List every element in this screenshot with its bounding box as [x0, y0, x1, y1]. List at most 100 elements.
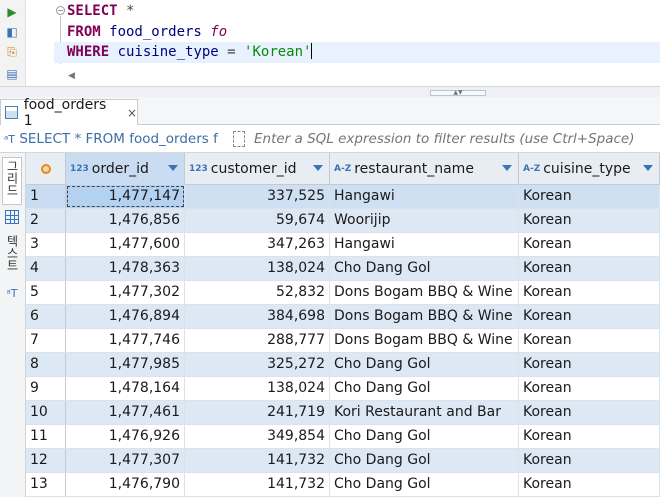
cell-cuisine-type[interactable]: Korean: [519, 473, 660, 496]
cell-restaurant-name[interactable]: Hangawi: [330, 233, 519, 256]
table-row[interactable]: 5 1,477,302 52,832 Dons Bogam BBQ & Wine…: [26, 281, 660, 305]
cell-restaurant-name[interactable]: Dons Bogam BBQ & Wine Bar: [330, 281, 519, 304]
cell-order-id[interactable]: 1,477,302: [66, 281, 185, 304]
run-icon[interactable]: ▶: [4, 4, 20, 20]
cell-restaurant-name[interactable]: Kori Restaurant and Bar: [330, 401, 519, 424]
cell-restaurant-name[interactable]: Cho Dang Gol: [330, 377, 519, 400]
cell-cuisine-type[interactable]: Korean: [519, 305, 660, 328]
cell-customer-id[interactable]: 52,832: [185, 281, 330, 304]
cell-restaurant-name[interactable]: Dons Bogam BBQ & Wine Bar: [330, 305, 519, 328]
cell-customer-id[interactable]: 337,525: [185, 185, 330, 208]
sort-icon[interactable]: [502, 165, 512, 171]
cell-restaurant-name[interactable]: Cho Dang Gol: [330, 353, 519, 376]
row-number[interactable]: 8: [26, 353, 66, 376]
cell-customer-id[interactable]: 288,777: [185, 329, 330, 352]
scroll-left-icon[interactable]: ◀: [68, 71, 75, 81]
table-row[interactable]: 1 1,477,147 337,525 Hangawi Korean: [26, 185, 660, 209]
table-row[interactable]: 3 1,477,600 347,263 Hangawi Korean: [26, 233, 660, 257]
cell-restaurant-name[interactable]: Hangawi: [330, 185, 519, 208]
table-row[interactable]: 13 1,476,790 141,732 Cho Dang Gol Korean: [26, 473, 660, 497]
cell-customer-id[interactable]: 138,024: [185, 257, 330, 280]
cell-cuisine-type[interactable]: Korean: [519, 377, 660, 400]
row-number[interactable]: 4: [26, 257, 66, 280]
row-number[interactable]: 5: [26, 281, 66, 304]
column-header-customer-id[interactable]: 123 customer_id: [185, 153, 330, 185]
panel-splitter[interactable]: ▲▼: [0, 86, 660, 97]
tab-text-view[interactable]: 텍스트: [2, 235, 22, 287]
cell-order-id[interactable]: 1,477,307: [66, 449, 185, 472]
cell-order-id[interactable]: 1,476,856: [66, 209, 185, 232]
cell-cuisine-type[interactable]: Korean: [519, 449, 660, 472]
tab-food-orders-1[interactable]: food_orders 1 ×: [0, 97, 138, 129]
splitter-grip-icon[interactable]: ▲▼: [430, 90, 486, 96]
cell-order-id[interactable]: 1,476,894: [66, 305, 185, 328]
row-number[interactable]: 3: [26, 233, 66, 256]
cell-cuisine-type[interactable]: Korean: [519, 401, 660, 424]
row-number[interactable]: 7: [26, 329, 66, 352]
row-number[interactable]: 10: [26, 401, 66, 424]
tab-grid-view[interactable]: 그리드: [2, 157, 22, 205]
cell-cuisine-type[interactable]: Korean: [519, 281, 660, 304]
cell-customer-id[interactable]: 384,698: [185, 305, 330, 328]
table-row[interactable]: 10 1,477,461 241,719 Kori Restaurant and…: [26, 401, 660, 425]
cell-customer-id[interactable]: 325,272: [185, 353, 330, 376]
cell-order-id[interactable]: 1,477,147: [66, 185, 185, 208]
sql-editor[interactable]: ▶ ◧ ⎘ ▤ − SELECT * FROM food_orders fo W…: [0, 0, 660, 97]
column-header-order-id[interactable]: 123 order_id: [66, 153, 185, 185]
table-row[interactable]: 9 1,478,164 138,024 Cho Dang Gol Korean: [26, 377, 660, 401]
filter-query-text[interactable]: ᵃT SELECT * FROM food_orders f: [4, 126, 230, 152]
cell-order-id[interactable]: 1,476,790: [66, 473, 185, 496]
cell-order-id[interactable]: 1,478,164: [66, 377, 185, 400]
column-header-restaurant-name[interactable]: A-Z restaurant_name: [330, 153, 519, 185]
table-row[interactable]: 2 1,476,856 59,674 Woorijip Korean: [26, 209, 660, 233]
cell-cuisine-type[interactable]: Korean: [519, 425, 660, 448]
table-row[interactable]: 11 1,476,926 349,854 Cho Dang Gol Korean: [26, 425, 660, 449]
cell-order-id[interactable]: 1,476,926: [66, 425, 185, 448]
cell-cuisine-type[interactable]: Korean: [519, 329, 660, 352]
row-number[interactable]: 2: [26, 209, 66, 232]
table-row[interactable]: 4 1,478,363 138,024 Cho Dang Gol Korean: [26, 257, 660, 281]
code-area[interactable]: SELECT * FROM food_orders fo WHERE cuisi…: [54, 0, 660, 66]
cell-order-id[interactable]: 1,477,746: [66, 329, 185, 352]
filter-history-icon[interactable]: [233, 131, 245, 147]
row-number[interactable]: 11: [26, 425, 66, 448]
cell-customer-id[interactable]: 347,263: [185, 233, 330, 256]
row-number[interactable]: 1: [26, 185, 66, 208]
table-row[interactable]: 8 1,477,985 325,272 Cho Dang Gol Korean: [26, 353, 660, 377]
filter-input[interactable]: [254, 126, 660, 152]
cell-customer-id[interactable]: 141,732: [185, 449, 330, 472]
close-icon[interactable]: ×: [127, 106, 137, 120]
row-number[interactable]: 6: [26, 305, 66, 328]
grid-icon[interactable]: [5, 210, 19, 224]
cell-restaurant-name[interactable]: Cho Dang Gol: [330, 425, 519, 448]
cell-customer-id[interactable]: 138,024: [185, 377, 330, 400]
results-grid[interactable]: 123 order_id 123 customer_id A-Z restaur…: [26, 153, 660, 497]
sort-icon[interactable]: [313, 165, 323, 171]
cell-customer-id[interactable]: 59,674: [185, 209, 330, 232]
cell-order-id[interactable]: 1,478,363: [66, 257, 185, 280]
table-row[interactable]: 12 1,477,307 141,732 Cho Dang Gol Korean: [26, 449, 660, 473]
cell-cuisine-type[interactable]: Korean: [519, 185, 660, 208]
text-view-icon[interactable]: ᵃT: [2, 287, 22, 303]
row-number[interactable]: 12: [26, 449, 66, 472]
cell-cuisine-type[interactable]: Korean: [519, 257, 660, 280]
sort-icon[interactable]: [643, 165, 653, 171]
row-number[interactable]: 13: [26, 473, 66, 496]
cell-customer-id[interactable]: 141,732: [185, 473, 330, 496]
history-icon[interactable]: ▤: [4, 66, 20, 82]
explain-icon[interactable]: ◧: [4, 24, 20, 40]
row-number-header[interactable]: [26, 153, 66, 185]
cell-restaurant-name[interactable]: Cho Dang Gol: [330, 257, 519, 280]
table-row[interactable]: 6 1,476,894 384,698 Dons Bogam BBQ & Win…: [26, 305, 660, 329]
cell-restaurant-name[interactable]: Dons Bogam BBQ & Wine Bar: [330, 329, 519, 352]
column-header-cuisine-type[interactable]: A-Z cuisine_type: [519, 153, 660, 185]
cell-customer-id[interactable]: 241,719: [185, 401, 330, 424]
cell-cuisine-type[interactable]: Korean: [519, 209, 660, 232]
cell-restaurant-name[interactable]: Woorijip: [330, 209, 519, 232]
sort-icon[interactable]: [168, 165, 178, 171]
cell-order-id[interactable]: 1,477,461: [66, 401, 185, 424]
table-row[interactable]: 7 1,477,746 288,777 Dons Bogam BBQ & Win…: [26, 329, 660, 353]
cell-restaurant-name[interactable]: Cho Dang Gol: [330, 473, 519, 496]
select-all-icon[interactable]: [40, 164, 51, 174]
cell-restaurant-name[interactable]: Cho Dang Gol: [330, 449, 519, 472]
